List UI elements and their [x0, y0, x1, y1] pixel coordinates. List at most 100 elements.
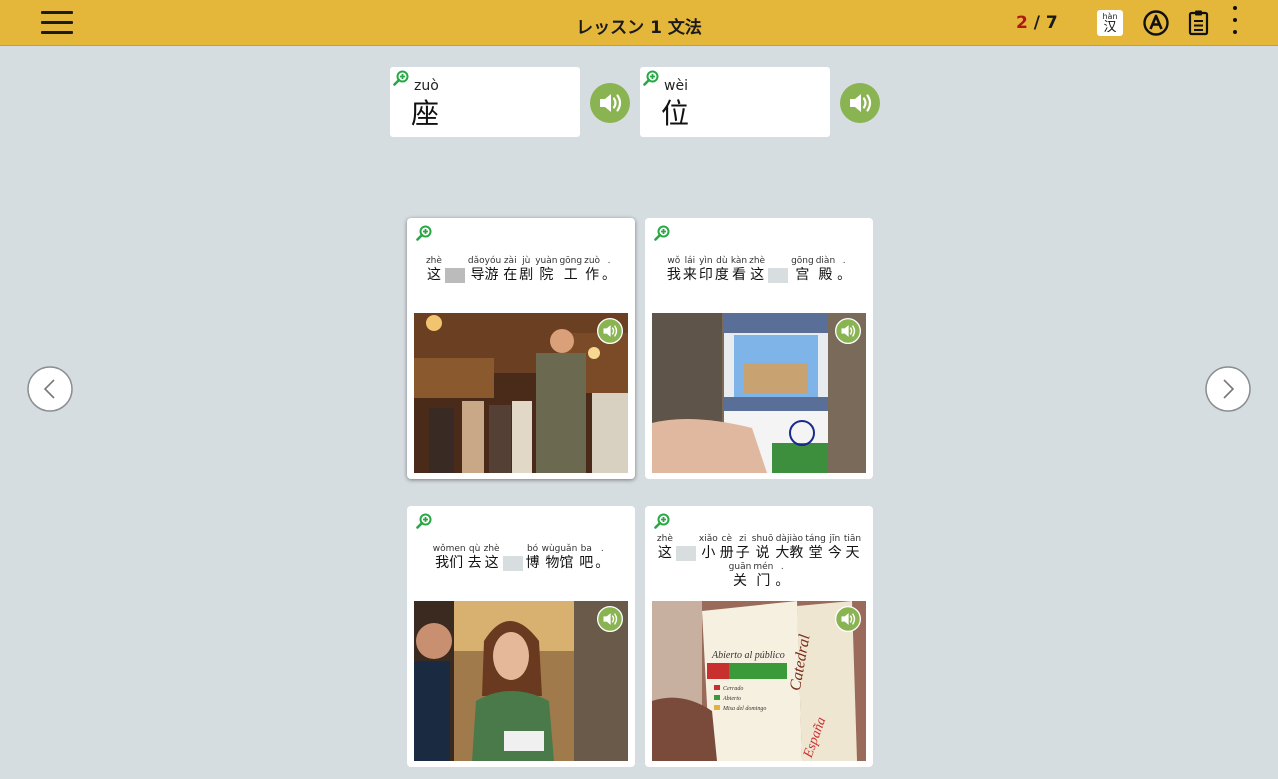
word-pinyin: zhè: [483, 544, 500, 554]
sentence-word: tiān 天: [844, 534, 861, 562]
sentence-word: táng 堂: [805, 534, 825, 562]
hanzi-toggle-char: 汉: [1103, 20, 1117, 35]
answer-blank[interactable]: [444, 268, 465, 283]
word-character: 院: [539, 267, 554, 283]
sentence: zhè 这 xiǎo 小 cè 册 zi 子 shuō 说 dàjiào 大教 táng 堂 jīn 今 tiā…: [645, 534, 873, 590]
word-character: 大教: [775, 545, 804, 561]
sentence-word: wǒmen 我们: [433, 544, 466, 572]
speaker-icon[interactable]: [835, 606, 861, 632]
word-character: 册: [719, 545, 734, 561]
brochure-title: Abierto al público: [711, 650, 785, 661]
zoom-in-icon[interactable]: [654, 513, 670, 529]
word-pinyin: .: [842, 256, 846, 266]
zoom-in-icon[interactable]: [416, 513, 432, 529]
word-pinyin: gōng: [791, 256, 814, 266]
sentence-line: guān 关 mén 门.。: [728, 562, 791, 590]
zoom-in-icon[interactable]: [654, 225, 670, 241]
word-pinyin: dàjiào: [775, 534, 803, 544]
word-character: 导游: [470, 267, 499, 283]
chevron-right-icon[interactable]: [1205, 366, 1251, 412]
progress-current: 2: [1016, 13, 1028, 33]
word-character: 这: [750, 267, 765, 283]
word-character: 堂: [808, 545, 823, 561]
sentence-word: shuō 说: [752, 534, 774, 562]
sentence-word: zhè 这: [426, 256, 442, 284]
vocab-character: 座: [411, 97, 440, 130]
brochure-abierto-photo[interactable]: Abierto al público Cerrado Abierto Misa …: [652, 601, 866, 761]
word-pinyin: wùguǎn: [541, 544, 578, 554]
word-pinyin: qù: [468, 544, 481, 554]
zoom-in-icon[interactable]: [643, 70, 659, 86]
photo-illustration: [414, 601, 628, 761]
word-character: 剧: [519, 267, 534, 283]
sentence-word: bó 博: [526, 544, 540, 572]
zoom-in-icon[interactable]: [393, 70, 409, 86]
sentence-word: zuò 作: [584, 256, 600, 284]
word-character: 天: [845, 545, 860, 561]
sentence-word: cè 册: [720, 534, 734, 562]
word-character: 我: [666, 267, 681, 283]
speaker-icon[interactable]: [840, 83, 880, 123]
word-pinyin: yìn: [699, 256, 713, 266]
word-pinyin: dǎoyóu: [467, 256, 502, 266]
answer-blank[interactable]: [675, 546, 696, 561]
answer-blank[interactable]: [768, 268, 789, 283]
word-pinyin: wǒmen: [432, 544, 466, 554]
sentence-word: dù 度: [715, 256, 729, 284]
word-character: 印: [698, 267, 713, 283]
sentence: wǒmen 我们 qù 去 zhè 这 bó 博 wùguǎn 物馆 ba 吧.。: [407, 544, 635, 572]
brochure-item: Abierto: [722, 696, 741, 702]
speaker-icon[interactable]: [590, 83, 630, 123]
zoom-in-icon[interactable]: [416, 225, 432, 241]
menu-icon[interactable]: [41, 11, 73, 35]
word-pinyin: cè: [721, 534, 733, 544]
progress-total: 7: [1045, 13, 1058, 33]
exercise-card[interactable]: zhè 这 xiǎo 小 cè 册 zi 子 shuō 说 dàjiào 大教 táng 堂 jīn 今 tiā…: [645, 506, 873, 767]
tour-guide-theater-photo[interactable]: [414, 313, 628, 473]
exercise-card[interactable]: wǒmen 我们 qù 去 zhè 这 bó 博 wùguǎn 物馆 ba 吧.。: [407, 506, 635, 767]
sentence-word: dǎoyóu 导游: [468, 256, 501, 284]
sentence-word: dàjiào 大教: [775, 534, 803, 562]
sentence-word: yuàn 院: [535, 256, 557, 284]
sentence-word: wǒ 我: [667, 256, 681, 284]
word-character: 这: [484, 555, 499, 571]
speaker-icon[interactable]: [597, 606, 623, 632]
sentence-word: gōng 宫: [791, 256, 814, 284]
sentence-line: zhè 这 dǎoyóu 导游 zài 在 jù 剧 yuàn 院 gōng 工 zuò 作.。: [425, 256, 617, 284]
exercise-card[interactable]: zhè 这 dǎoyóu 导游 zài 在 jù 剧 yuàn 院 gōng 工 zuò 作.。: [407, 218, 635, 479]
word-character: 门: [756, 573, 771, 589]
vocab-card[interactable]: zuò 座: [390, 67, 580, 137]
sentence-word: .。: [595, 544, 609, 572]
word-character: 度: [714, 267, 729, 283]
sentence-line: zhè 这 xiǎo 小 cè 册 zi 子 shuō 说 dàjiào 大教 táng 堂 jīn 今 tiā…: [656, 534, 862, 562]
word-character: 殿: [818, 267, 833, 283]
hanzi-toggle-icon[interactable]: hàn 汉: [1097, 10, 1123, 36]
word-pinyin: zi: [739, 534, 747, 544]
vocab-card[interactable]: wèi 位: [640, 67, 830, 137]
answer-blank[interactable]: [502, 556, 523, 571]
photo-illustration: [414, 313, 628, 473]
word-pinyin: táng: [805, 534, 826, 544]
friends-cafe-photo[interactable]: [414, 601, 628, 761]
india-palace-postcard-photo[interactable]: [652, 313, 866, 473]
word-character: 。: [775, 573, 790, 589]
word-character: 关: [732, 573, 747, 589]
sentence-word: zi 子: [736, 534, 750, 562]
word-pinyin: kàn: [730, 256, 748, 266]
word-character: 在: [503, 267, 518, 283]
sentence-word: mén 门: [753, 562, 773, 590]
exercise-card[interactable]: wǒ 我 lái 来 yìn 印 dù 度 kàn 看 zhè 这 gōng 宫 diàn 殿.。: [645, 218, 873, 479]
sentence-word: lái 来: [683, 256, 697, 284]
notes-icon[interactable]: [1187, 9, 1211, 37]
word-character: 说: [755, 545, 770, 561]
sentence-word: xiǎo 小: [699, 534, 718, 562]
chevron-left-icon[interactable]: [27, 366, 73, 412]
word-pinyin: zài: [503, 256, 517, 266]
word-character: 作: [585, 267, 600, 283]
sentence-word: jīn 今: [828, 534, 842, 562]
auto-play-icon[interactable]: [1142, 9, 1170, 37]
more-icon[interactable]: [1231, 6, 1239, 40]
speaker-icon[interactable]: [835, 318, 861, 344]
speaker-icon[interactable]: [597, 318, 623, 344]
sentence-line: wǒmen 我们 qù 去 zhè 这 bó 博 wùguǎn 物馆 ba 吧.。: [432, 544, 611, 572]
